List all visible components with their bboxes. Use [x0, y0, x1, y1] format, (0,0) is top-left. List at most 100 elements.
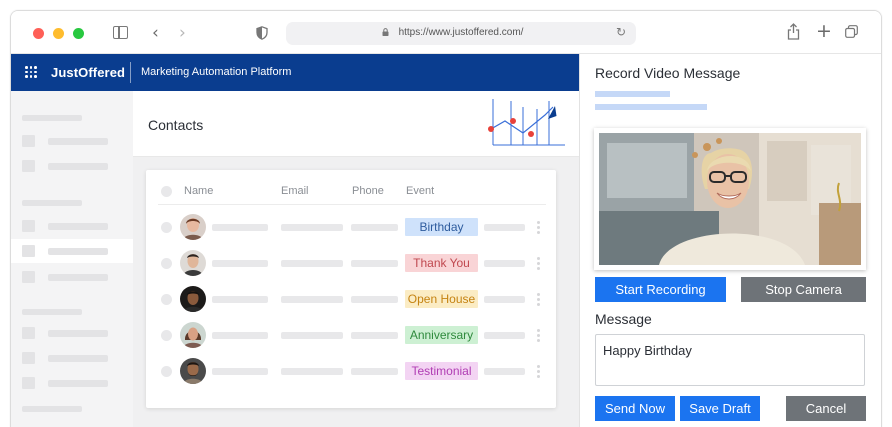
extra-placeholder [484, 332, 525, 339]
reload-icon[interactable]: ↻ [616, 25, 626, 39]
sidebar-item[interactable] [11, 154, 133, 178]
extra-placeholder [484, 224, 525, 231]
sidebar-item-contacts[interactable] [11, 239, 133, 263]
share-icon[interactable] [787, 23, 800, 40]
row-checkbox[interactable] [161, 366, 172, 377]
contacts-table: Name Email Phone Event Birthday Thank Yo… [146, 170, 556, 408]
minimize-window-button[interactable] [53, 28, 64, 39]
sidebar-item-icon [22, 160, 35, 172]
sidebar-section-heading [22, 115, 82, 121]
stop-camera-button[interactable]: Stop Camera [741, 277, 866, 302]
phone-placeholder [351, 224, 398, 231]
back-arrow-icon[interactable]: ‹ [152, 23, 159, 43]
maximize-window-button[interactable] [73, 28, 84, 39]
header-divider [158, 204, 546, 205]
sidebar-item[interactable] [11, 346, 133, 370]
email-placeholder [281, 368, 343, 375]
column-header-email[interactable]: Email [281, 185, 309, 197]
row-menu-icon[interactable] [537, 365, 540, 378]
message-textarea[interactable]: Happy Birthday [595, 334, 865, 386]
extra-placeholder [484, 296, 525, 303]
sidebar-item-label [48, 274, 108, 281]
email-placeholder [281, 224, 343, 231]
table-row[interactable]: Open House [146, 281, 556, 317]
sidebar-item[interactable] [11, 265, 133, 289]
table-row[interactable]: Testimonial [146, 353, 556, 389]
start-recording-button[interactable]: Start Recording [595, 277, 726, 302]
close-window-button[interactable] [33, 28, 44, 39]
sidebar-item-icon [22, 271, 35, 283]
url-text: https://www.justoffered.com/ [398, 27, 524, 38]
new-tab-icon[interactable]: + [816, 20, 832, 42]
camera-feed-image [599, 133, 861, 265]
phone-placeholder [351, 332, 398, 339]
sidebar-item-icon [22, 135, 35, 147]
event-badge: Thank You [405, 254, 478, 272]
panel-title: Record Video Message [595, 65, 741, 81]
address-bar[interactable]: https://www.justoffered.com/ ↻ [286, 22, 636, 45]
email-placeholder [281, 260, 343, 267]
save-draft-button[interactable]: Save Draft [680, 396, 760, 421]
row-menu-icon[interactable] [537, 329, 540, 342]
event-badge: Anniversary [405, 326, 478, 344]
cancel-button[interactable]: Cancel [786, 396, 866, 421]
row-menu-icon[interactable] [537, 221, 540, 234]
sidebar-item[interactable] [11, 321, 133, 345]
extra-placeholder [484, 368, 525, 375]
sidebar-item-label [48, 223, 108, 230]
sidebar-section-heading [22, 406, 82, 412]
avatar [180, 286, 206, 312]
row-checkbox[interactable] [161, 330, 172, 341]
row-menu-icon[interactable] [537, 257, 540, 270]
sidebar-item-label [48, 248, 108, 255]
column-header-phone[interactable]: Phone [352, 185, 384, 197]
sidebar-toggle-icon[interactable] [113, 26, 128, 39]
browser-toolbar: ‹ › https://www.justoffered.com/ ↻ + [11, 11, 881, 54]
extra-placeholder [484, 260, 525, 267]
avatar [180, 250, 206, 276]
left-sidebar [11, 91, 133, 427]
sidebar-section-heading [22, 309, 82, 315]
phone-placeholder [351, 260, 398, 267]
sidebar-section-heading [22, 200, 82, 206]
trend-chart-icon [488, 99, 565, 146]
select-all-checkbox[interactable] [161, 186, 172, 197]
name-placeholder [212, 296, 268, 303]
sidebar-item-label [48, 163, 108, 170]
column-header-name[interactable]: Name [184, 185, 213, 197]
page-title: Contacts [148, 117, 204, 133]
sidebar-item[interactable] [11, 371, 133, 395]
column-header-event[interactable]: Event [406, 185, 434, 197]
row-checkbox[interactable] [161, 258, 172, 269]
name-placeholder [212, 332, 268, 339]
send-now-button[interactable]: Send Now [595, 396, 675, 421]
apps-grid-icon[interactable] [25, 66, 37, 78]
name-placeholder [212, 368, 268, 375]
email-placeholder [281, 296, 343, 303]
row-checkbox[interactable] [161, 222, 172, 233]
table-row[interactable]: Thank You [146, 245, 556, 281]
forward-arrow-icon[interactable]: › [179, 23, 186, 43]
phone-placeholder [351, 296, 398, 303]
shield-icon[interactable] [256, 26, 268, 40]
record-video-panel: Record Video Message Start Recording Sto… [579, 54, 881, 427]
sidebar-item-icon [22, 352, 35, 364]
sidebar-item-icon [22, 377, 35, 389]
row-checkbox[interactable] [161, 294, 172, 305]
app-header: JustOffered Marketing Automation Platfor… [11, 54, 579, 91]
avatar [180, 358, 206, 384]
sidebar-item-icon [22, 327, 35, 339]
row-menu-icon[interactable] [537, 293, 540, 306]
contacts-content: Contacts Name Email Phone Event Birthday… [133, 91, 579, 427]
avatar [180, 214, 206, 240]
brand-logo[interactable]: JustOffered [51, 65, 125, 80]
table-row[interactable]: Anniversary [146, 317, 556, 353]
table-row[interactable]: Birthday [146, 209, 556, 245]
sidebar-item[interactable] [11, 129, 133, 153]
message-label: Message [595, 311, 652, 327]
tabs-overview-icon[interactable] [845, 25, 858, 38]
video-preview [594, 128, 866, 270]
sidebar-item-label [48, 380, 108, 387]
event-badge: Testimonial [405, 362, 478, 380]
sidebar-item[interactable] [11, 214, 133, 238]
